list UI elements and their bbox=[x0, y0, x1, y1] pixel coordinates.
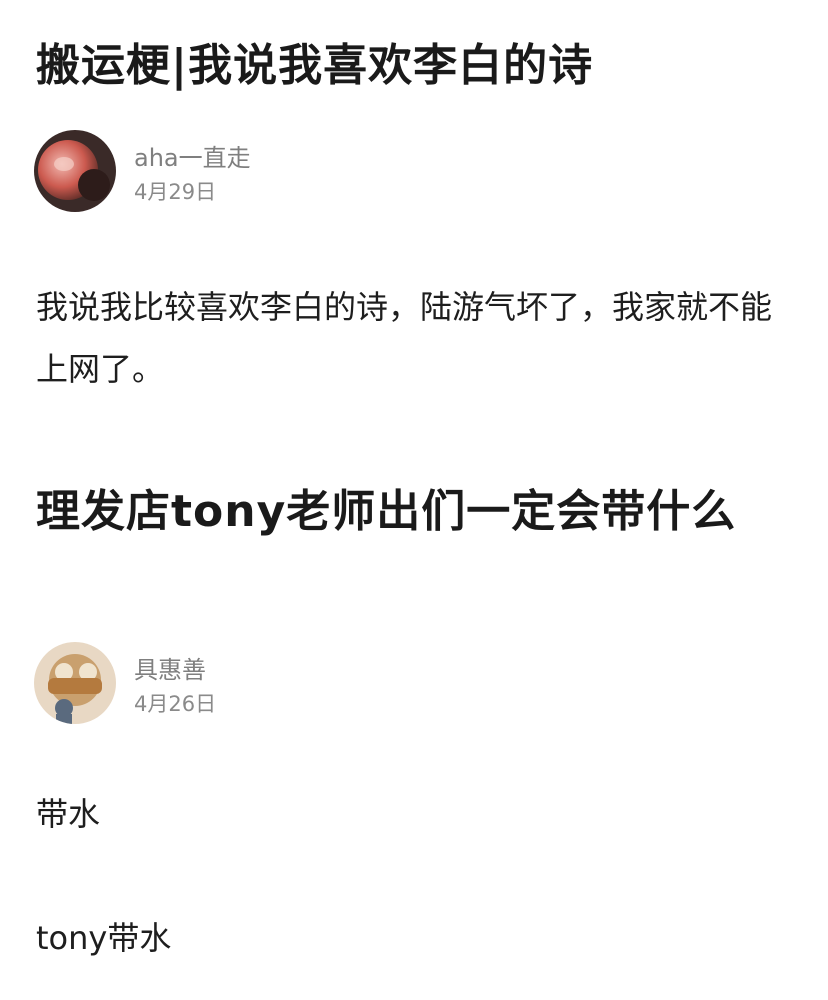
post-date: 4月29日 bbox=[134, 180, 217, 204]
author-name[interactable]: aha一直走 bbox=[134, 138, 251, 173]
post-body-line: tony带水 bbox=[36, 919, 172, 957]
post-1: 搬运梗|我说我喜欢李白的诗 aha一直走 4月29日 我说我比较喜欢李白的诗，陆… bbox=[0, 0, 828, 420]
avatar[interactable] bbox=[34, 130, 116, 212]
post-body-line: 带水 bbox=[36, 795, 101, 833]
post-title[interactable]: 理发店tony老师出们一定会带什么 bbox=[36, 478, 796, 546]
post-body: 我说我比较喜欢李白的诗，陆游气坏了，我家就不能上网了。 bbox=[36, 288, 773, 388]
post-2: 理发店tony老师出们一定会带什么 具惠善 4月26日 带水 tony带水 bbox=[0, 460, 828, 1000]
author-row[interactable]: 具惠善 4月26日 bbox=[34, 642, 534, 726]
author-row[interactable]: aha一直走 4月29日 bbox=[34, 130, 534, 214]
post-date: 4月26日 bbox=[134, 692, 217, 716]
author-name[interactable]: 具惠善 bbox=[134, 650, 206, 685]
avatar[interactable] bbox=[34, 642, 116, 724]
post-title[interactable]: 搬运梗|我说我喜欢李白的诗 bbox=[36, 32, 796, 100]
